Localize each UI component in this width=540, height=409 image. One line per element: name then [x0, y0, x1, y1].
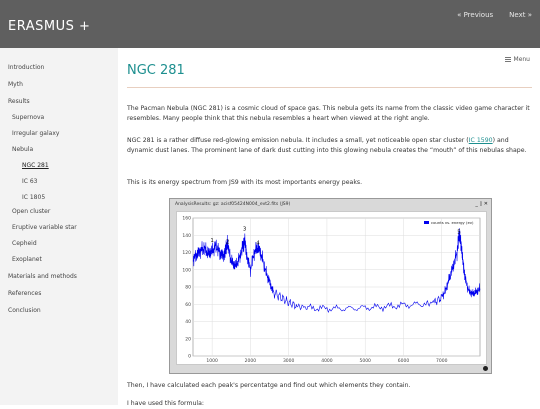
- y-tick-label: 100: [182, 267, 191, 273]
- legend-swatch: [424, 221, 429, 224]
- peak-label-3: 3: [243, 227, 247, 233]
- top-header: ERASMUS + « Previous Next »: [0, 0, 540, 48]
- y-tick-label: 140: [182, 233, 191, 239]
- y-tick-label: 40: [185, 319, 191, 325]
- paragraph-description: NGC 281 is a rather diffuse red-glowing …: [127, 136, 532, 156]
- sidebar-item-irregular-galaxy[interactable]: Irregular galaxy: [12, 130, 59, 137]
- y-tick-label: 120: [182, 250, 191, 256]
- y-tick-label: 80: [185, 285, 191, 291]
- y-tick-label: 20: [185, 336, 191, 342]
- peak-label-1: 1: [210, 238, 214, 244]
- y-tick-label: 160: [182, 216, 191, 222]
- page-title: NGC 281: [127, 63, 185, 78]
- sidebar-item-conclusion[interactable]: Conclusion: [8, 307, 41, 314]
- previous-link[interactable]: « Previous: [457, 11, 493, 19]
- x-tick-label: 6000: [398, 358, 410, 364]
- analysis-results-window[interactable]: AnalysisResults: gz: acisf05424N004_evt2…: [169, 198, 492, 374]
- menu-button[interactable]: Menu: [504, 56, 530, 63]
- x-tick-label: 4000: [321, 358, 333, 364]
- paragraph-formula: I have used this formula:: [127, 400, 204, 407]
- x-tick-label: 3000: [283, 358, 295, 364]
- y-tick-label: 0: [188, 354, 191, 360]
- sidebar-item-ic-1805[interactable]: IC 1805: [22, 194, 45, 201]
- sidebar-item-eruptive-variable-star[interactable]: Eruptive variable star: [12, 224, 77, 231]
- sidebar-item-references[interactable]: References: [8, 290, 41, 297]
- y-tick-label: 60: [185, 302, 191, 308]
- sidebar-item-ngc-281[interactable]: NGC 281: [22, 162, 49, 169]
- spectrum-chart: 0 20 40 60 80 100 120 140 160 1000 2000 3000 4000 500…: [176, 211, 487, 365]
- paragraph-intro: The Pacman Nebula (NGC 281) is a cosmic …: [127, 105, 530, 122]
- sidebar-item-materials-and-methods[interactable]: Materials and methods: [8, 273, 77, 280]
- top-navigation: « Previous Next »: [457, 11, 532, 19]
- sidebar-item-results[interactable]: Results: [8, 98, 30, 105]
- sidebar-item-cepheid[interactable]: Cepheid: [12, 240, 37, 247]
- x-tick-label: 7000: [436, 358, 448, 364]
- sidebar-item-exoplanet[interactable]: Exoplanet: [12, 256, 42, 263]
- sidebar-item-open-cluster[interactable]: Open cluster: [12, 208, 50, 215]
- sidebar: Introduction Myth Results Supernova Irre…: [0, 48, 118, 405]
- x-tick-label: 2000: [245, 358, 257, 364]
- menu-label: Menu: [513, 56, 530, 63]
- peak-label-5: 5: [457, 229, 461, 235]
- window-control-buttons[interactable]: _ ▯ ✕: [475, 201, 488, 207]
- title-divider: [127, 87, 532, 88]
- paragraph-spectrum-intro: This is its energy spectrum from JS9 wit…: [127, 179, 363, 186]
- peak-label-4: 4: [256, 240, 260, 246]
- sidebar-item-supernova[interactable]: Supernova: [12, 114, 44, 121]
- sidebar-item-ic-63[interactable]: IC 63: [22, 178, 38, 185]
- close-icon[interactable]: [483, 366, 488, 371]
- x-tick-label: 1000: [206, 358, 218, 364]
- next-link[interactable]: Next »: [509, 11, 532, 19]
- sidebar-item-introduction[interactable]: Introduction: [8, 64, 44, 71]
- x-tick-label: 5000: [359, 358, 371, 364]
- plot-window-title: AnalysisResults: gz: acisf05424N004_evt2…: [175, 202, 291, 207]
- hamburger-icon: [504, 57, 511, 62]
- peak-label-2: 2: [226, 240, 230, 246]
- site-title[interactable]: ERASMUS +: [8, 19, 90, 34]
- ic-1590-link[interactable]: IC 1590: [469, 137, 493, 144]
- paragraph-peak-method: Then, I have calculated each peak's perc…: [127, 382, 411, 389]
- sidebar-item-nebula[interactable]: Nebula: [12, 146, 33, 153]
- sidebar-item-myth[interactable]: Myth: [8, 81, 23, 88]
- legend-label: counts vs. energy (ev): [431, 220, 474, 225]
- paragraph-description-text-1: NGC 281 is a rather diffuse red-glowing …: [127, 137, 469, 144]
